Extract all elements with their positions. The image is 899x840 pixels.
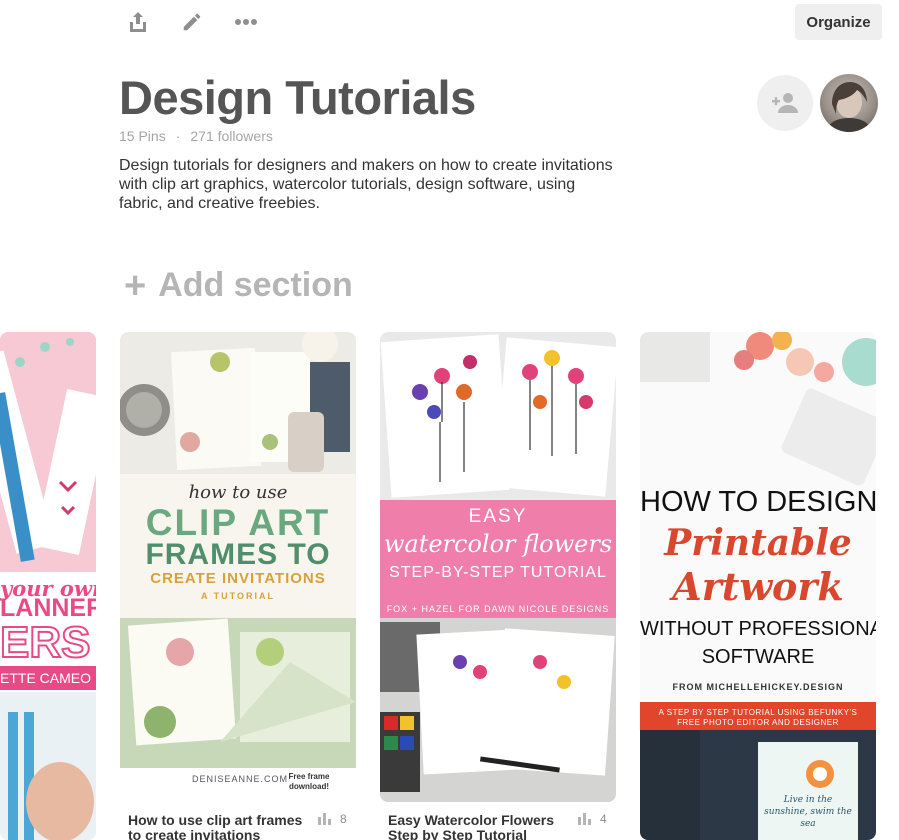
pin-image-text: FREE PHOTO EDITOR AND DESIGNER [677,718,839,727]
board-title: Design Tutorials [119,71,476,124]
pin-image[interactable]: EASY watercolor flowers STEP-BY-STEP TUT… [380,332,616,802]
pin-image-text: CREATE INVITATIONS [150,570,326,587]
pin-image-text: watercolor flowers [383,530,613,558]
organize-button[interactable]: Organize [795,4,882,40]
pin-image-text: A TUTORIAL [201,591,275,601]
pin-card[interactable]: EASY watercolor flowers STEP-BY-STEP TUT… [380,332,616,840]
share-icon[interactable] [122,6,154,38]
pin-image-text: Artwork [672,564,844,609]
add-collaborator-button[interactable] [757,75,813,131]
board-meta: 15 Pins · 271 followers [119,128,273,144]
pin-image-text: Live in the sunshine, swim the sea [764,795,852,829]
pin-image-text: A STEP BY STEP TUTORIAL USING BEFUNKY'S [658,708,858,717]
pin-image[interactable]: how to use CLIP ART FRAMES TO CREATE INV… [120,332,356,802]
add-person-icon [772,93,798,113]
pin-title[interactable]: Easy Watercolor Flowers Step by Step Tut… [388,813,568,840]
pin-image-text: EASY [468,506,528,527]
pin-image-text: DENISEANNE.COM [192,774,289,784]
pin-image-text: STEP-BY-STEP TUTORIAL [389,564,607,581]
pin-image-text: FOX + HAZEL FOR DAWN NICOLE DESIGNS [386,604,610,614]
pin-image-text: SOFTWARE [701,646,815,668]
plus-icon: + [124,264,147,307]
pin-image-text: Free frame download! [288,772,330,791]
pin-image-text: ERS [0,617,91,668]
add-section-button[interactable]: + Add section [124,266,353,305]
pin-image-text: ETTE CAMEO [0,670,92,686]
stats-icon [578,813,591,825]
pin-image-text: how to use [188,482,288,503]
pin-card[interactable]: your own LANNER ERS ETTE CAMEO [0,332,96,840]
pin-stat: 8 [318,812,347,826]
board-toolbar [122,4,262,40]
board-owner-avatar[interactable] [820,74,878,132]
pin-image-text: Printable [664,522,852,564]
pin-count[interactable]: 15 Pins [119,128,166,144]
pin-stat-count: 8 [340,812,347,826]
pin-image-text: WITHOUT PROFESSIONAL [640,618,876,640]
pin-stat-count: 4 [600,812,607,826]
edit-pencil-icon[interactable] [176,6,208,38]
pin-image[interactable]: HOW TO DESIGN Printable Artwork WITHOUT … [640,332,876,840]
meta-separator: · [175,128,181,144]
stats-icon [318,813,331,825]
board-description: Design tutorials for designers and maker… [119,157,613,212]
more-options-icon[interactable] [230,6,262,38]
pin-title[interactable]: How to use clip art frames to create inv… [128,813,308,840]
pin-image-text: FROM MICHELLEHICKEY.DESIGN [672,682,844,692]
pin-card[interactable]: HOW TO DESIGN Printable Artwork WITHOUT … [640,332,876,840]
pin-image[interactable]: your own LANNER ERS ETTE CAMEO [0,332,96,840]
pin-image-text: FRAMES TO [145,538,331,571]
pin-stat: 4 [578,812,607,826]
follower-count[interactable]: 271 followers [190,128,273,144]
add-section-label: Add section [158,266,353,304]
pin-card[interactable]: how to use CLIP ART FRAMES TO CREATE INV… [120,332,356,840]
pin-image-text: HOW TO DESIGN [640,486,876,518]
